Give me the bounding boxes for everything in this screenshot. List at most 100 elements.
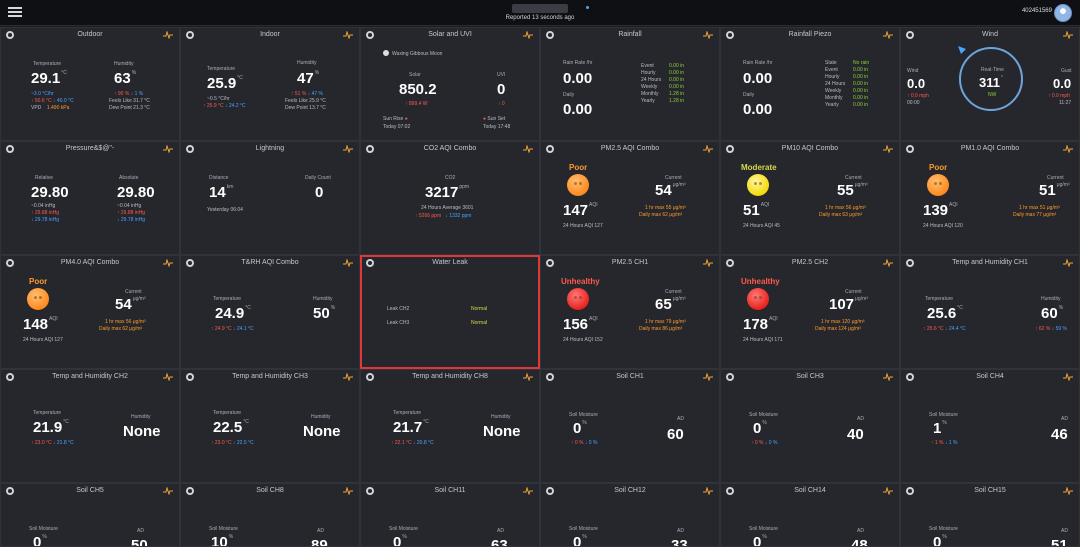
menu-icon[interactable] (8, 5, 22, 19)
current-label: Current (125, 289, 142, 295)
pulse-chart-icon[interactable] (703, 259, 713, 267)
hum-label: Humidity (1041, 296, 1061, 302)
rain-row-value: 0.00 in (669, 77, 685, 83)
pulse-chart-icon[interactable] (883, 487, 893, 495)
aqi-face-icon (567, 288, 589, 310)
relative-label: Relative (35, 175, 54, 181)
moisture-label: Soil Moisture (749, 526, 778, 532)
card-title: Rainfall (618, 31, 642, 38)
station-name-redacted[interactable] (512, 4, 568, 13)
daily-max: Daily max 86 μg/m³ (639, 326, 683, 332)
moisture-label: Soil Moisture (569, 526, 598, 532)
soil-moisture: 0% (33, 534, 47, 547)
pulse-chart-icon[interactable] (703, 487, 713, 495)
pulse-chart-icon[interactable] (343, 373, 353, 381)
pulse-chart-icon[interactable] (883, 31, 893, 39)
ch3-hum: None (303, 423, 341, 440)
pulse-chart-icon[interactable] (163, 31, 173, 39)
pulse-chart-icon[interactable] (163, 373, 173, 381)
hr-max: 1 hr max 79 μg/m³ (645, 319, 686, 325)
pulse-chart-icon[interactable] (703, 145, 713, 153)
pulse-chart-icon[interactable] (523, 487, 533, 495)
pulse-chart-icon[interactable] (523, 145, 533, 153)
relative-high: ↑ 29.88 inHg (31, 210, 60, 216)
pulse-chart-icon[interactable] (1063, 487, 1073, 495)
pulse-chart-icon[interactable] (163, 145, 173, 153)
card-title: Rainfall Piezo (788, 31, 832, 38)
ad-label: AD (137, 528, 144, 534)
card-title: PM1.0 AQI Combo (960, 145, 1020, 152)
avatar[interactable] (1054, 4, 1072, 22)
co2-highlow: ↑ 5266 ppm ↓ 1332 ppm (415, 213, 472, 219)
dew-point: Dew Point 21.3 °C (109, 105, 150, 111)
pulse-chart-icon[interactable] (883, 259, 893, 267)
pulse-chart-icon[interactable] (343, 31, 353, 39)
card-soil-ch8: Soil CH8 Soil Moisture 10% AD 89 (180, 483, 360, 547)
pulse-chart-icon[interactable] (883, 373, 893, 381)
leak-ch3-status: Normal (471, 320, 488, 326)
hum-label: Humidity (491, 414, 511, 420)
card-th-ch8: Temp and Humidity CH8 Temperature 21.7°C… (360, 369, 540, 483)
leak-ch2-status: Normal (471, 306, 488, 312)
online-indicator-icon (586, 6, 589, 9)
rate-label: Rain Rate /hr (743, 60, 773, 66)
daily-label: Daily (563, 92, 575, 98)
gust-time: 11:27 (1059, 100, 1072, 106)
absolute-high: ↑ 29.88 inHg (117, 210, 146, 216)
pulse-chart-icon[interactable] (1063, 145, 1073, 153)
pulse-chart-icon[interactable] (1063, 259, 1073, 267)
wind-time: 00:00 (907, 100, 920, 106)
card-title: Wind (982, 31, 998, 38)
pulse-chart-icon[interactable] (343, 145, 353, 153)
temp-label: Temperature (33, 410, 62, 416)
count-label: Daily Count (305, 175, 331, 181)
pulse-chart-icon[interactable] (523, 31, 533, 39)
card-pm25-ch2: PM2.5 CH2 Unhealthy Current 107μg/m³ 178… (720, 255, 900, 369)
card-title: Soil CH8 (256, 487, 284, 494)
temp-highlow: ↑ 24.9 °C ↓ 24.1 °C (211, 326, 254, 332)
card-title: Soil CH3 (796, 373, 824, 380)
aqi-24h: 24 Hours AQI 127 (23, 337, 63, 343)
card-title: PM4.0 AQI Combo (60, 259, 120, 266)
aqi-24h: 24 Hours AQI 45 (743, 223, 780, 229)
card-soil-ch4: Soil CH4 Soil Moisture 1% ↑ 1 % ↓ 1 % AD… (900, 369, 1080, 483)
pulse-chart-icon[interactable] (703, 373, 713, 381)
card-title: Temp and Humidity CH2 (52, 373, 128, 380)
pulse-chart-icon[interactable] (163, 487, 173, 495)
uvi-label: UVI (497, 72, 506, 78)
pulse-chart-icon[interactable] (1063, 31, 1073, 39)
hum-highlow: ↑ 90 % ↓ 1 % (114, 91, 144, 97)
pulse-chart-icon[interactable] (883, 145, 893, 153)
card-pm1: PM1.0 AQI Combo Poor Current 51μg/m³ 139… (900, 141, 1080, 255)
ad-label: AD (1061, 416, 1068, 422)
lightning-time: Yesterday 06:04 (207, 207, 243, 213)
rain-row: Monthly (641, 91, 659, 97)
piezo-row: Hourly (825, 74, 840, 80)
pulse-chart-icon[interactable] (343, 487, 353, 495)
pulse-chart-icon[interactable] (163, 259, 173, 267)
daily-max: Daily max 62 μg/m³ (639, 212, 683, 218)
pulse-chart-icon[interactable] (523, 373, 533, 381)
rain-row: Yearly (641, 98, 655, 104)
ad-label: AD (857, 416, 864, 422)
pulse-chart-icon[interactable] (343, 259, 353, 267)
aqi-status: Unhealthy (741, 277, 780, 286)
card-title: Indoor (260, 31, 280, 38)
pulse-chart-icon[interactable] (703, 31, 713, 39)
card-title: Soil CH12 (614, 487, 646, 494)
current-label: Current (665, 289, 682, 295)
sunrise-time: Today 07:02 (383, 124, 411, 130)
temp-rate: ~3.0 °C/hr (31, 91, 54, 97)
leak-ch3-label: Leak CH3 (387, 320, 410, 326)
temp-label: Temperature (33, 61, 62, 67)
pulse-chart-icon[interactable] (1063, 373, 1073, 381)
soil-ad: 46 (1051, 426, 1068, 443)
reported-status: Reported 13 seconds ago (505, 15, 575, 21)
realtime-label: Real-Time (981, 67, 1004, 73)
hum-label: Humidity (114, 61, 134, 67)
card-water-leak[interactable]: Water Leak Leak CH2 Normal Leak CH3 Norm… (360, 255, 540, 369)
card-pm25: PM2.5 AQI Combo Poor Current 54μg/m³ 147… (540, 141, 720, 255)
piezo-daily: 0.00 (743, 101, 773, 118)
soil-ad: 40 (847, 426, 864, 443)
hum-label: Humidity (297, 60, 317, 66)
